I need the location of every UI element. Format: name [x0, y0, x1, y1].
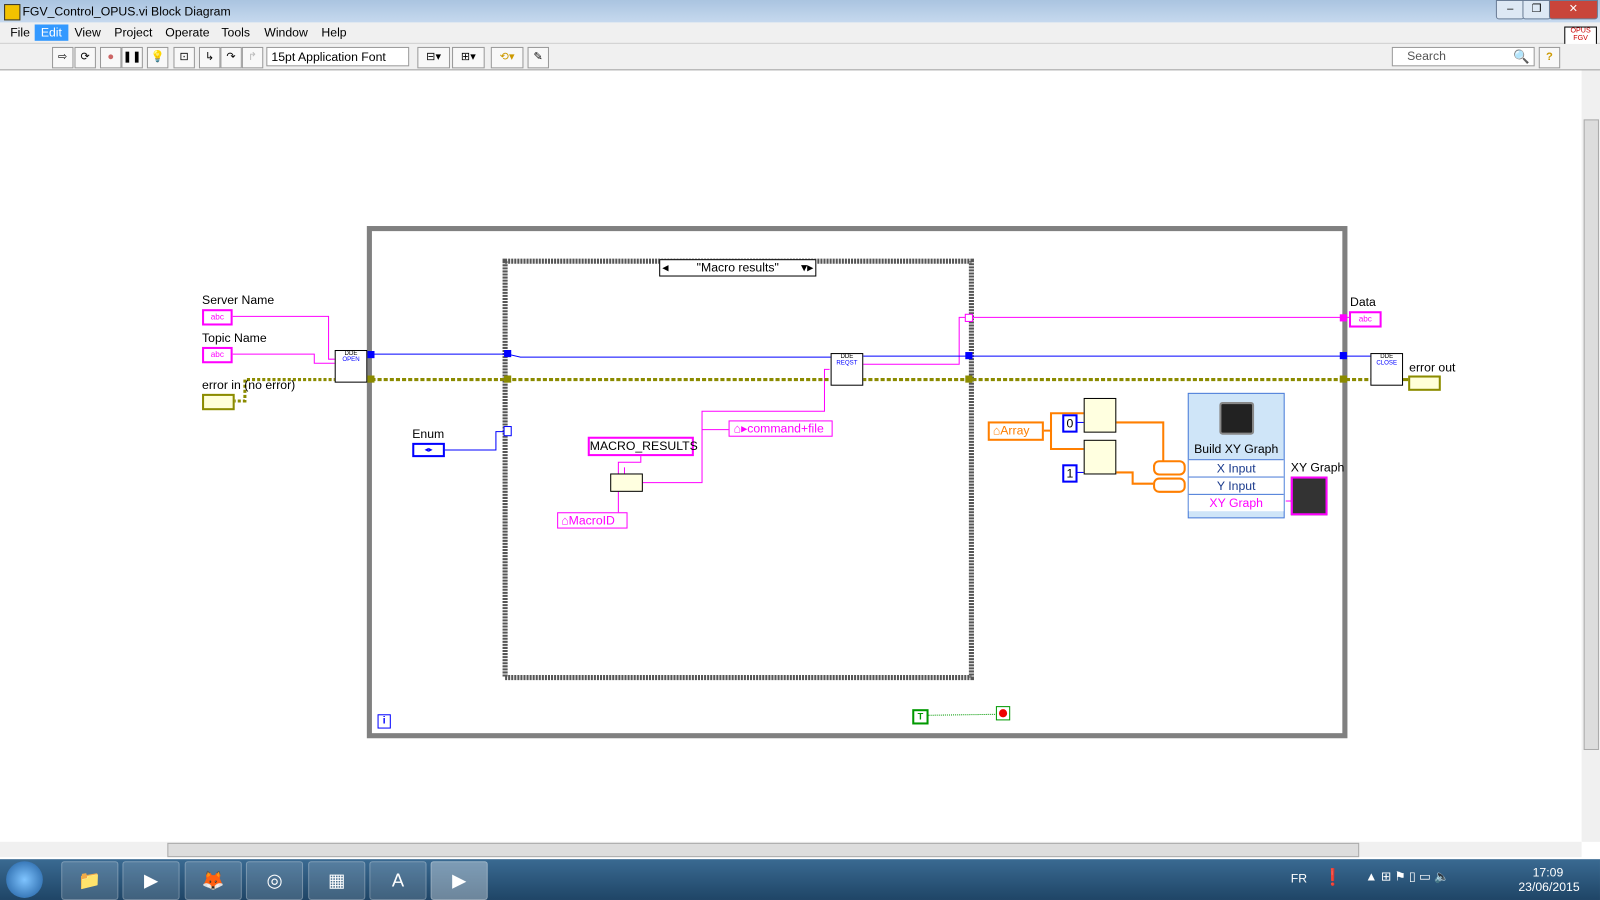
topic-name-wire — [232, 353, 337, 364]
enum-label: Enum — [412, 426, 445, 441]
macro-id-label: MacroID — [568, 513, 615, 528]
index-array-node[interactable] — [1083, 397, 1117, 433]
horizontal-scrollbar[interactable] — [0, 841, 1582, 858]
data-indicator[interactable]: abc — [1348, 311, 1382, 328]
decrement-arrow-icon[interactable]: ◂ — [662, 260, 668, 275]
acrobat-taskbar-icon[interactable]: A — [369, 861, 427, 900]
dde-ref-wire — [365, 353, 832, 358]
iteration-terminal: i — [377, 714, 391, 729]
open-label: OPEN — [342, 357, 360, 364]
browser-taskbar-icon[interactable]: ◎ — [245, 861, 304, 900]
true-constant[interactable]: T — [912, 709, 929, 725]
clock[interactable]: 17:09 23/06/2015 — [1518, 865, 1580, 894]
horizontal-scroll-thumb[interactable] — [167, 842, 1360, 858]
macro-id-local-variable[interactable]: ⌂MacroID — [557, 512, 628, 529]
alert-tray-icon[interactable]: ❗ — [1322, 867, 1342, 887]
reqst-label: REQST — [836, 360, 858, 367]
command-file-label: command+file — [747, 421, 824, 436]
index-0-constant[interactable]: 0 — [1062, 414, 1078, 433]
error-in-cluster[interactable] — [202, 393, 235, 411]
language-indicator[interactable]: FR — [1291, 871, 1307, 885]
index-1-constant[interactable]: 1 — [1062, 464, 1078, 483]
build-xy-graph-express-vi[interactable]: Build XY Graph X Input Y Input XY Graph — [1187, 392, 1285, 519]
xy-graph-indicator[interactable] — [1290, 476, 1328, 516]
firefox-taskbar-icon[interactable]: 🦊 — [184, 861, 242, 900]
case-selector[interactable]: ◂ "Macro results" ▾▸ — [659, 259, 817, 277]
xy-graph-label: XY Graph — [1290, 460, 1345, 475]
macro-results-constant[interactable]: MACRO_RESULTS — [587, 436, 698, 457]
xy-graph-icon — [1219, 402, 1255, 435]
dde-close-node[interactable]: DDE CLOSE — [1370, 353, 1404, 386]
y-input-terminal[interactable]: Y Input — [1188, 476, 1284, 494]
to-dynamic-data-node[interactable] — [1153, 477, 1186, 493]
x-input-terminal[interactable]: X Input — [1188, 459, 1284, 477]
data-label: Data — [1349, 294, 1376, 310]
stop-terminal[interactable] — [995, 706, 1011, 721]
explorer-taskbar-icon[interactable]: 📁 — [61, 861, 119, 900]
dde-open-node[interactable]: DDE OPEN — [334, 349, 368, 383]
clock-date: 23/06/2015 — [1518, 879, 1580, 894]
concatenate-strings-node[interactable] — [610, 473, 643, 492]
block-diagram[interactable]: Server Name abc Topic Name abc error in … — [0, 70, 1582, 842]
to-dynamic-data-node[interactable] — [1153, 460, 1186, 476]
stop-wire — [926, 713, 998, 716]
enum-wire — [442, 431, 508, 451]
command-file-local-variable[interactable]: ⌂▸command+file — [728, 420, 833, 437]
vertical-scrollbar[interactable] — [1581, 70, 1600, 842]
error-out-label: error out — [1409, 360, 1456, 375]
topic-name-control[interactable]: abc — [202, 346, 233, 364]
local-variable-icon: ⌂▸ — [733, 421, 748, 436]
clock-time: 17:09 — [1532, 865, 1564, 880]
labview-taskbar-icon[interactable]: ▶ — [430, 861, 488, 900]
topic-name-label: Topic Name — [202, 330, 267, 345]
array-label: Array — [1000, 423, 1030, 438]
error-out-indicator[interactable] — [1408, 375, 1441, 391]
stop-icon — [998, 709, 1008, 718]
express-vi-title: Build XY Graph — [1194, 441, 1279, 457]
enum-control[interactable]: ◂▸ — [412, 442, 445, 458]
xy-graph-output-terminal[interactable]: XY Graph — [1188, 493, 1284, 512]
start-button[interactable] — [6, 861, 43, 898]
dde-request-node[interactable]: DDE REQST — [830, 353, 864, 386]
vertical-scroll-thumb[interactable] — [1583, 119, 1599, 750]
case-structure-border — [502, 258, 974, 681]
taskbar: 📁 ▶ 🦊 ◎ ▦ A ▶ FR ❗ ▲ ⊞ ⚑ ▯ ▭ 🔈 17:09 23/0… — [0, 859, 1600, 900]
case-dropdown-icon[interactable]: ▾▸ — [801, 260, 813, 275]
index-array-node[interactable] — [1083, 439, 1117, 475]
close-label: CLOSE — [1376, 360, 1398, 367]
server-name-control[interactable]: abc — [202, 309, 233, 326]
data-wire — [862, 316, 1349, 365]
show-hidden-icons-icon[interactable]: ▲ ⊞ ⚑ ▯ ▭ 🔈 — [1365, 869, 1449, 883]
error-in-label: error in (no error) — [202, 377, 296, 392]
array-local-variable[interactable]: ⌂Array — [987, 421, 1044, 441]
server-name-label: Server Name — [202, 292, 275, 308]
media-player-taskbar-icon[interactable]: ▶ — [122, 861, 180, 900]
opus-taskbar-icon[interactable]: ▦ — [308, 861, 366, 900]
case-selector-label: "Macro results" — [696, 260, 779, 275]
